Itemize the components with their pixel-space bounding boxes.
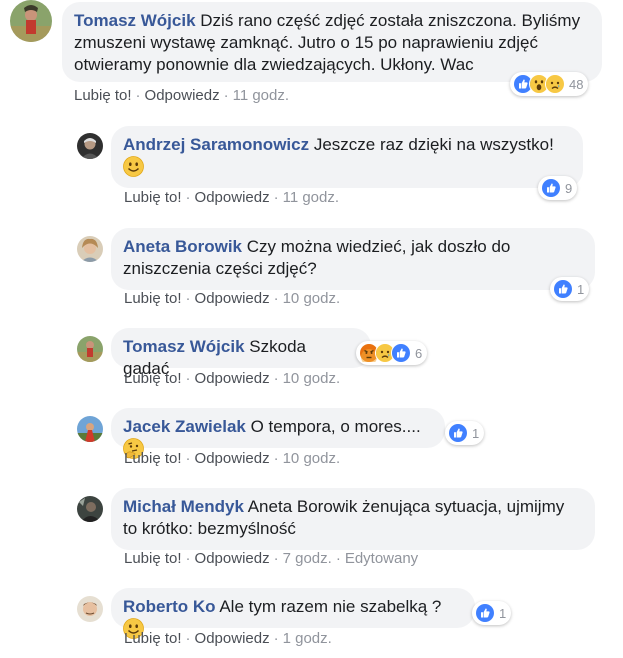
reactions-summary[interactable]: 1 <box>550 277 590 301</box>
avatar[interactable] <box>77 596 103 622</box>
like-reaction-icon <box>541 178 561 198</box>
reply-link[interactable]: Odpowiedz <box>195 189 270 206</box>
like-link[interactable]: Lubię to! <box>124 630 182 647</box>
separator: · <box>335 550 341 567</box>
like-reaction-icon <box>448 423 468 443</box>
like-link[interactable]: Lubię to! <box>74 87 132 104</box>
reply-link[interactable]: Odpowiedz <box>195 450 270 467</box>
timestamp[interactable]: 10 godz. <box>283 290 341 307</box>
comment-actions: Lubię to! · Odpowiedz · 1 godz. <box>124 630 332 647</box>
avatar[interactable] <box>77 496 103 522</box>
reaction-count: 9 <box>565 180 573 196</box>
reactions-summary[interactable]: 1 <box>445 421 485 445</box>
comment-author[interactable]: Tomasz Wójcik <box>123 337 245 356</box>
like-link[interactable]: Lubię to! <box>124 550 182 567</box>
comment-bubble: Andrzej Saramonowicz Jeszcze raz dzięki … <box>111 126 583 188</box>
comment-author[interactable]: Jacek Zawielak <box>123 417 246 436</box>
comment-text: O tempora, o mores.... <box>250 417 421 436</box>
reply-link[interactable]: Odpowiedz <box>195 550 270 567</box>
separator: · <box>185 290 191 307</box>
avatar[interactable] <box>77 336 103 362</box>
separator: · <box>273 189 279 206</box>
reply-link[interactable]: Odpowiedz <box>145 87 220 104</box>
comment-actions: Lubię to! · Odpowiedz · 10 godz. <box>124 450 340 467</box>
reaction-count: 48 <box>569 76 584 92</box>
avatar[interactable] <box>77 236 103 262</box>
comment-author[interactable]: Aneta Borowik <box>123 237 242 256</box>
comment-bubble: Jacek Zawielak O tempora, o mores.... <box>111 408 445 459</box>
separator: · <box>185 189 191 206</box>
reaction-count: 1 <box>499 605 507 621</box>
comment-bubble: Michał Mendyk Aneta Borowik żenująca syt… <box>111 488 595 550</box>
timestamp[interactable]: 1 godz. <box>283 630 332 647</box>
separator: · <box>223 87 229 104</box>
reactions-summary[interactable]: 1 <box>472 601 512 625</box>
separator: · <box>185 450 191 467</box>
smile-emoji <box>123 156 144 177</box>
separator: · <box>273 550 279 567</box>
comment-bubble: Roberto Ko Ale tym razem nie szabelką ? <box>111 588 475 639</box>
reply-link[interactable]: Odpowiedz <box>195 630 270 647</box>
timestamp[interactable]: 11 godz. <box>233 87 289 104</box>
separator: · <box>273 450 279 467</box>
like-reaction-icon <box>475 603 495 623</box>
sad-reaction-icon <box>545 74 565 94</box>
reaction-count: 1 <box>577 281 585 297</box>
separator: · <box>273 290 279 307</box>
comment-text: Ale tym razem nie szabelką ? <box>219 597 442 616</box>
comment-bubble: Aneta Borowik Czy można wiedzieć, jak do… <box>111 228 595 290</box>
comment-actions: Lubię to! · Odpowiedz · 10 godz. <box>124 290 340 307</box>
separator: · <box>185 370 191 387</box>
timestamp[interactable]: 11 godz. <box>283 189 339 206</box>
like-reaction-icon <box>553 279 573 299</box>
separator: · <box>185 550 191 567</box>
comment-bubble: Tomasz Wójcik Szkoda gadać <box>111 328 371 378</box>
comment-text: Jeszcze raz dzięki na wszystko! <box>313 135 554 154</box>
comment-bubble: Tomasz Wójcik Dziś rano część zdjęć zost… <box>62 2 602 82</box>
comment-actions: Lubię to! · Odpowiedz · 10 godz. <box>124 370 340 387</box>
reactions-summary[interactable]: 9 <box>538 176 578 200</box>
separator: · <box>273 370 279 387</box>
separator: · <box>135 87 141 104</box>
like-link[interactable]: Lubię to! <box>124 189 182 206</box>
comment-actions: Lubię to! · Odpowiedz · 11 godz. <box>74 87 289 104</box>
reply-link[interactable]: Odpowiedz <box>195 290 270 307</box>
edited-label[interactable]: Edytowany <box>345 550 418 567</box>
avatar[interactable] <box>77 133 103 159</box>
reply-link[interactable]: Odpowiedz <box>195 370 270 387</box>
comment-author[interactable]: Michał Mendyk <box>123 497 244 516</box>
comment-author[interactable]: Roberto Ko <box>123 597 216 616</box>
avatar[interactable] <box>77 416 103 442</box>
avatar[interactable] <box>10 0 52 42</box>
reactions-summary[interactable]: 6 <box>356 341 428 365</box>
reactions-summary[interactable]: 48 <box>510 72 589 96</box>
like-link[interactable]: Lubię to! <box>124 450 182 467</box>
comment-actions: Lubię to! · Odpowiedz · 7 godz. · Edytowany <box>124 550 418 567</box>
reaction-count: 6 <box>415 345 423 361</box>
comment-author[interactable]: Andrzej Saramonowicz <box>123 135 309 154</box>
separator: · <box>185 630 191 647</box>
timestamp[interactable]: 10 godz. <box>283 370 341 387</box>
like-reaction-icon <box>391 343 411 363</box>
like-link[interactable]: Lubię to! <box>124 370 182 387</box>
comment-actions: Lubię to! · Odpowiedz · 11 godz. <box>124 189 339 206</box>
separator: · <box>273 630 279 647</box>
timestamp[interactable]: 10 godz. <box>283 450 341 467</box>
like-link[interactable]: Lubię to! <box>124 290 182 307</box>
comment-author[interactable]: Tomasz Wójcik <box>74 11 196 30</box>
reaction-count: 1 <box>472 425 480 441</box>
timestamp[interactable]: 7 godz. <box>283 550 332 567</box>
comment-thread: Tomasz Wójcik Dziś rano część zdjęć zost… <box>0 0 623 658</box>
